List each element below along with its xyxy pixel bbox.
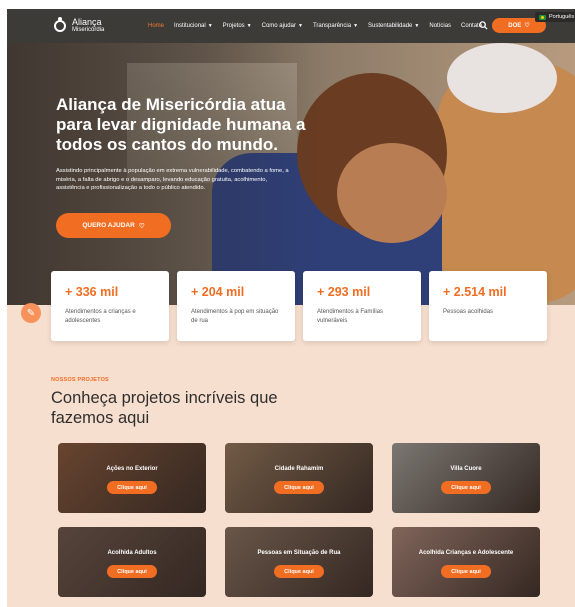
- nav-item-como-ajudar[interactable]: Como ajudar ▼: [262, 23, 303, 29]
- hero-title: Aliança de Misericórdia atua para levar …: [56, 95, 306, 154]
- logo-line1: Aliança: [72, 17, 102, 27]
- section-title: Conheça projetos incríveis que fazemos a…: [51, 389, 278, 427]
- click-here-button[interactable]: Clique aqui: [107, 481, 157, 494]
- hero-photo-cap: [447, 43, 557, 113]
- stat-label: Atendimentos a crianças e adolescentes: [65, 309, 136, 324]
- click-here-button[interactable]: Clique aqui: [441, 481, 491, 494]
- nav-item-home[interactable]: Home: [148, 23, 164, 29]
- main-menu: Home Institucional ▼ Projetos ▼ Como ajuda…: [148, 9, 482, 43]
- click-here-button[interactable]: Clique aqui: [107, 565, 157, 578]
- stat-card: + 204 mil Atendimentos à pop em situação…: [177, 271, 295, 341]
- stat-number: + 293 mil: [317, 285, 371, 299]
- click-here-button[interactable]: Clique aqui: [274, 565, 324, 578]
- accessibility-icon: ✎: [26, 307, 36, 319]
- nav-item-noticias[interactable]: Notícias: [429, 23, 451, 29]
- want-to-help-button[interactable]: QUERO AJUDAR ♡: [56, 213, 171, 238]
- stat-card: + 336 mil Atendimentos a crianças e adol…: [51, 271, 169, 341]
- stat-card: + 2.514 mil Pessoas acolhidas: [429, 271, 547, 341]
- stat-number: + 204 mil: [191, 285, 245, 299]
- stat-label: Atendimentos à pop em situação de rua: [191, 309, 279, 324]
- heart-icon: ♡: [524, 23, 530, 29]
- project-card[interactable]: Acolhida Adultos Clique aqui: [58, 527, 206, 597]
- project-card[interactable]: Villa Cuore Clique aqui: [392, 443, 540, 513]
- nav-item-institucional[interactable]: Institucional ▼: [174, 23, 213, 29]
- caret-down-icon: ▼: [414, 23, 420, 29]
- project-card[interactable]: Ações no Exterior Clique aqui: [58, 443, 206, 513]
- heart-icon: ♡: [138, 222, 145, 230]
- stat-label: Pessoas acolhidas: [443, 309, 494, 315]
- projects-grid: Ações no Exterior Clique aqui Cidade Rah…: [58, 443, 540, 598]
- logo-line2: Misericórdia: [72, 27, 105, 33]
- project-card-title: Acolhida Adultos: [107, 550, 157, 556]
- click-here-button[interactable]: Clique aqui: [441, 565, 491, 578]
- page: Aliança Misericórdia Home Institucional ▼…: [7, 9, 575, 607]
- stat-label: Atendimentos à Famílias vulneráveis: [317, 309, 384, 324]
- caret-down-icon: ▼: [297, 23, 303, 29]
- project-card-title: Ações no Exterior: [106, 466, 158, 472]
- caret-down-icon: ▼: [353, 23, 359, 29]
- click-here-button[interactable]: Clique aqui: [274, 481, 324, 494]
- language-selector[interactable]: Português: [535, 12, 575, 22]
- accessibility-button[interactable]: ✎: [21, 303, 41, 323]
- hero-banner: Aliança de Misericórdia atua para levar …: [7, 43, 575, 305]
- project-card-title: Cidade Rahamim: [274, 466, 324, 472]
- logo-icon: [51, 17, 69, 35]
- stat-number: + 336 mil: [65, 285, 119, 299]
- hero-text: Assistindo principalmente à população em…: [56, 168, 289, 191]
- stat-card: + 293 mil Atendimentos à Famílias vulner…: [303, 271, 421, 341]
- project-card[interactable]: Cidade Rahamim Clique aqui: [225, 443, 373, 513]
- nav-item-sustentabilidade[interactable]: Sustentabilidade ▼: [368, 23, 419, 29]
- stat-number: + 2.514 mil: [443, 285, 507, 299]
- nav-item-transparencia[interactable]: Transparência ▼: [313, 23, 358, 29]
- brazil-flag-icon: [539, 14, 546, 20]
- logo[interactable]: Aliança Misericórdia: [51, 17, 104, 35]
- stats-row: + 336 mil Atendimentos a crianças e adol…: [51, 271, 547, 341]
- caret-down-icon: ▼: [207, 23, 213, 29]
- top-nav: Aliança Misericórdia Home Institucional ▼…: [7, 9, 575, 43]
- project-card-title: Villa Cuore: [450, 466, 482, 472]
- caret-down-icon: ▼: [246, 23, 252, 29]
- project-card[interactable]: Pessoas em Situação de Rua Clique aqui: [225, 527, 373, 597]
- project-card-title: Acolhida Crianças e Adolescente: [418, 550, 514, 556]
- search-icon[interactable]: [479, 21, 488, 30]
- project-card[interactable]: Acolhida Crianças e Adolescente Clique a…: [392, 527, 540, 597]
- hero-photo-face: [337, 143, 447, 243]
- nav-item-projetos[interactable]: Projetos ▼: [223, 23, 252, 29]
- section-kicker: NOSSOS PROJETOS: [51, 377, 109, 383]
- project-card-title: Pessoas em Situação de Rua: [257, 550, 341, 556]
